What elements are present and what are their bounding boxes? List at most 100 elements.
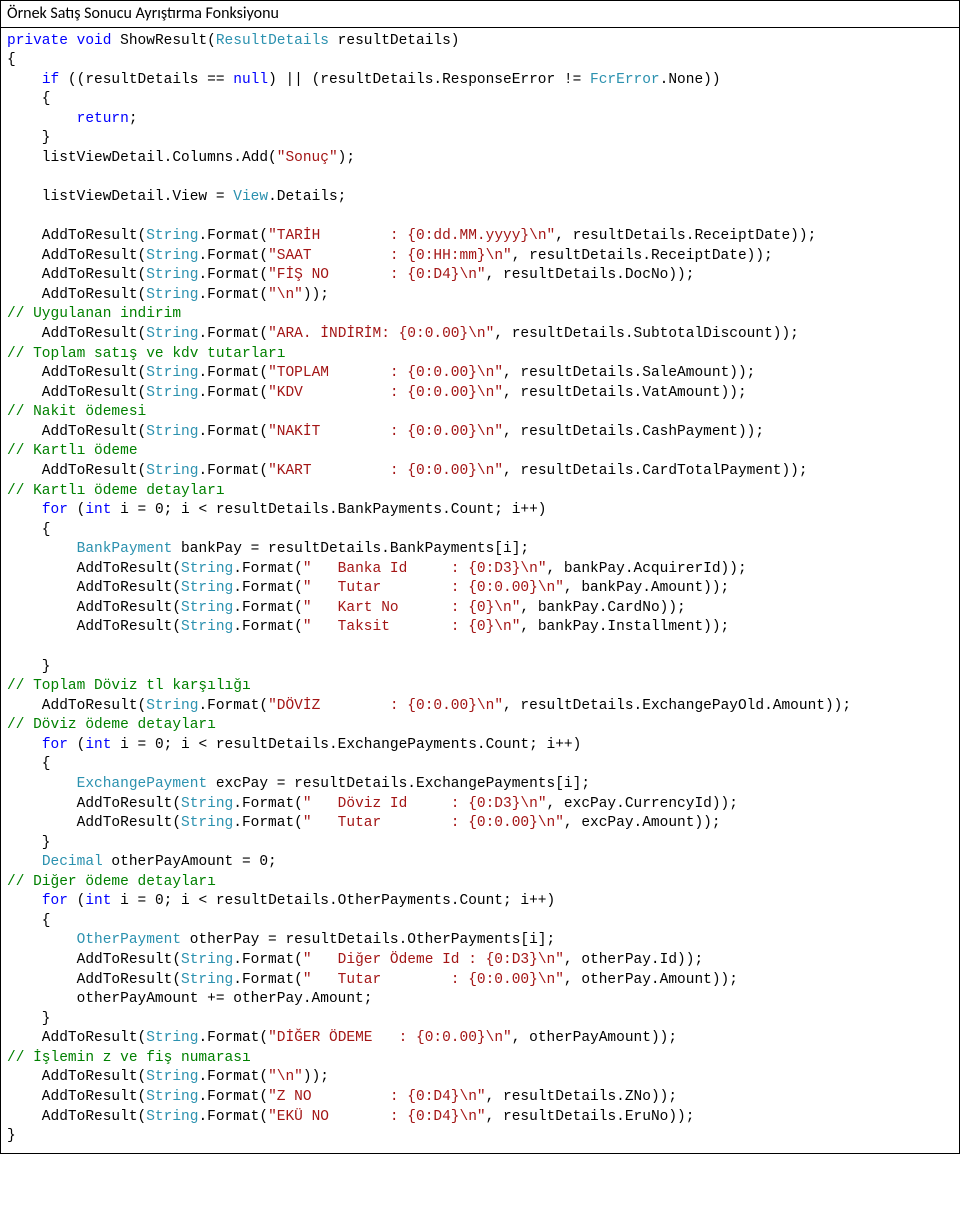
txt: i = 0; i < resultDetails.ExchangePayment… (111, 737, 581, 753)
str: "KDV : {0:0.00}\n" (268, 385, 503, 401)
txt: .Format( (198, 1069, 268, 1085)
str: "Sonuç" (277, 150, 338, 166)
txt: ( (68, 893, 85, 909)
txt: excPay = resultDetails.ExchangePayments[… (207, 776, 590, 792)
txt: { (7, 52, 16, 68)
txt: , resultDetails.ReceiptDate)); (555, 228, 816, 244)
txt: AddToResult( (7, 365, 146, 381)
txt: .Format( (198, 1030, 268, 1046)
comment: // Döviz ödeme detayları (7, 717, 216, 733)
txt: i = 0; i < resultDetails.OtherPayments.C… (111, 893, 555, 909)
comment: // Toplam Döviz tl karşılığı (7, 678, 251, 694)
type-string: String (146, 385, 198, 401)
txt: AddToResult( (7, 580, 181, 596)
txt: .Format( (198, 1109, 268, 1125)
kw-private: private (7, 33, 68, 49)
txt: , resultDetails.VatAmount)); (503, 385, 747, 401)
str: "FİŞ NO : {0:D4}\n" (268, 267, 486, 283)
str: "DİĞER ÖDEME : {0:0.00}\n" (268, 1030, 512, 1046)
txt: , resultDetails.CardTotalPayment)); (503, 463, 808, 479)
txt: listViewDetail.View = (7, 189, 233, 205)
txt: .Format( (233, 619, 303, 635)
kw-for: for (42, 893, 68, 909)
type-view: View (233, 189, 268, 205)
comment: // Diğer ödeme detayları (7, 874, 216, 890)
kw-void: void (77, 33, 112, 49)
txt: , bankPay.Amount)); (564, 580, 729, 596)
txt: ( (68, 737, 85, 753)
type-string: String (146, 1069, 198, 1085)
type-fcrerror: FcrError (590, 72, 660, 88)
type-exchangepayment: ExchangePayment (77, 776, 208, 792)
comment: // Kartlı ödeme detayları (7, 483, 225, 499)
str: "TARİH : {0:dd.MM.yyyy}\n" (268, 228, 555, 244)
txt: } (7, 1011, 51, 1027)
txt: AddToResult( (7, 463, 146, 479)
txt: listViewDetail.Columns.Add( (7, 150, 277, 166)
type-string: String (181, 972, 233, 988)
txt: , resultDetails.DocNo)); (486, 267, 695, 283)
txt: AddToResult( (7, 796, 181, 812)
txt: )); (303, 287, 329, 303)
type-string: String (181, 619, 233, 635)
txt: ( (68, 502, 85, 518)
str: " Diğer Ödeme Id : {0:D3}\n" (303, 952, 564, 968)
txt: .Format( (198, 248, 268, 264)
txt: AddToResult( (7, 1069, 146, 1085)
str: " Döviz Id : {0:D3}\n" (303, 796, 547, 812)
str: " Tutar : {0:0.00}\n" (303, 580, 564, 596)
txt: .Format( (233, 815, 303, 831)
txt: , otherPayAmount)); (512, 1030, 677, 1046)
txt: i = 0; i < resultDetails.BankPayments.Co… (111, 502, 546, 518)
txt: AddToResult( (7, 619, 181, 635)
txt: AddToResult( (7, 424, 146, 440)
txt: , excPay.Amount)); (564, 815, 721, 831)
code-block: private void ShowResult(ResultDetails re… (1, 28, 959, 1153)
type-string: String (146, 424, 198, 440)
txt: .Format( (198, 287, 268, 303)
str: "EKÜ NO : {0:D4}\n" (268, 1109, 486, 1125)
type-otherpayment: OtherPayment (77, 932, 181, 948)
type-string: String (146, 287, 198, 303)
str: " Kart No : {0}\n" (303, 600, 521, 616)
txt: ) || (resultDetails.ResponseError != (268, 72, 590, 88)
kw-for: for (42, 502, 68, 518)
txt (7, 893, 42, 909)
txt: .Format( (233, 952, 303, 968)
txt: } (7, 659, 51, 675)
txt: } (7, 835, 51, 851)
txt (7, 932, 77, 948)
txt: , resultDetails.ReceiptDate)); (512, 248, 773, 264)
str: " Banka Id : {0:D3}\n" (303, 561, 547, 577)
txt: , bankPay.AcquirerId)); (547, 561, 747, 577)
txt: .Format( (198, 463, 268, 479)
str: "SAAT : {0:HH:mm}\n" (268, 248, 512, 264)
txt: AddToResult( (7, 698, 146, 714)
comment: // İşlemin z ve fiş numarası (7, 1050, 251, 1066)
comment: // Toplam satış ve kdv tutarları (7, 346, 285, 362)
kw-if: if (42, 72, 59, 88)
txt: ); (338, 150, 355, 166)
str: " Tutar : {0:0.00}\n" (303, 815, 564, 831)
txt: AddToResult( (7, 1109, 146, 1125)
type-string: String (181, 952, 233, 968)
kw-return: return (77, 111, 129, 127)
type-string: String (146, 228, 198, 244)
txt: )); (303, 1069, 329, 1085)
txt: AddToResult( (7, 228, 146, 244)
txt: resultDetails) (329, 33, 460, 49)
txt: , resultDetails.EruNo)); (486, 1109, 695, 1125)
txt: { (7, 913, 51, 929)
txt: , resultDetails.ExchangePayOld.Amount)); (503, 698, 851, 714)
txt: ; (129, 111, 138, 127)
txt: .Format( (233, 561, 303, 577)
txt: } (7, 1128, 16, 1144)
txt (7, 72, 42, 88)
comment: // Uygulanan indirim (7, 306, 181, 322)
type-bankpayment: BankPayment (77, 541, 173, 557)
txt: .None)) (660, 72, 721, 88)
txt: AddToResult( (7, 326, 146, 342)
txt: AddToResult( (7, 267, 146, 283)
txt: AddToResult( (7, 1030, 146, 1046)
str: "\n" (268, 1069, 303, 1085)
